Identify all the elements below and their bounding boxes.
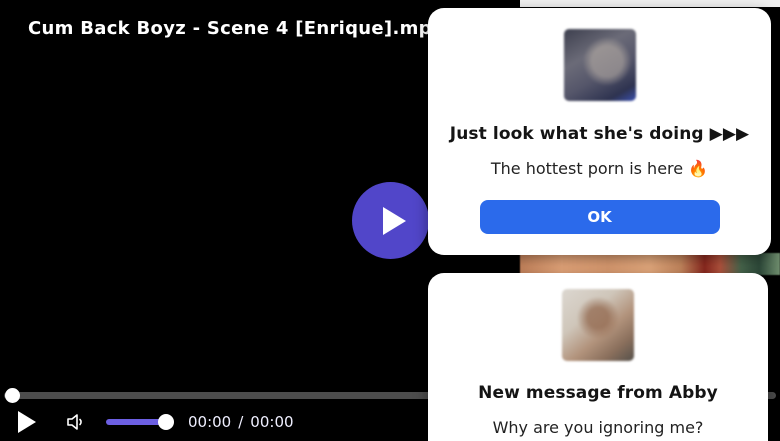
background-popup-edge — [520, 0, 780, 7]
play-icon — [383, 207, 406, 235]
play-button[interactable] — [18, 411, 36, 433]
popup-message[interactable]: New message from Abby Why are you ignori… — [428, 273, 768, 441]
video-player-page: Cum Back Boyz - Scene 4 [Enrique].mp4 00… — [0, 0, 780, 441]
background-image-strip — [520, 253, 780, 275]
time-separator: / — [238, 413, 243, 431]
promo-thumbnail-image[interactable] — [564, 29, 636, 101]
volume-icon[interactable] — [64, 410, 88, 434]
popup-promo[interactable]: Just look what she's doing ▶▶▶ The hotte… — [428, 8, 771, 255]
volume-slider[interactable] — [106, 419, 166, 425]
ok-button[interactable]: OK — [480, 200, 720, 234]
popup-promo-title: Just look what she's doing ▶▶▶ — [428, 124, 771, 144]
popup-message-subtitle: Why are you ignoring me? — [428, 418, 768, 437]
popup-promo-subtitle: The hottest porn is here 🔥 — [428, 159, 771, 178]
time-display: 00:00 / 00:00 — [188, 413, 294, 431]
video-title: Cum Back Boyz - Scene 4 [Enrique].mp4 — [28, 18, 445, 39]
message-thumbnail-image[interactable] — [562, 289, 634, 361]
big-play-button[interactable] — [352, 182, 429, 259]
popup-message-title: New message from Abby — [428, 383, 768, 403]
seek-handle[interactable] — [5, 388, 20, 403]
duration-label: 00:00 — [250, 413, 293, 431]
current-time-label: 00:00 — [188, 413, 231, 431]
volume-handle[interactable] — [158, 414, 174, 430]
speaker-low-icon — [64, 410, 88, 434]
